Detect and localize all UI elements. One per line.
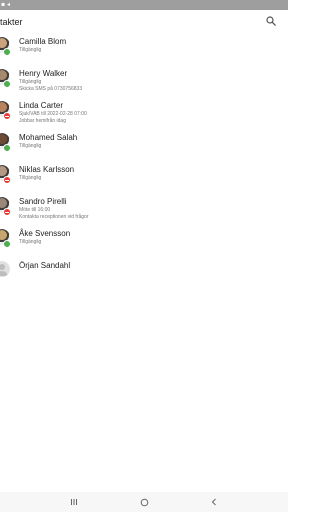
contact-row[interactable]: Sandro Pirelli Möte till 16:00 Kontakta re… <box>0 194 288 226</box>
contact-note-text: Skicka SMS på 0730756833 <box>19 86 83 92</box>
person-icon <box>0 264 8 276</box>
recents-icon <box>71 499 77 505</box>
available-status-icon <box>3 240 11 248</box>
contact-name: Mohamed Salah <box>19 133 78 142</box>
contact-row[interactable]: Camilla Blom Tillgänglig <box>0 34 288 66</box>
contact-row[interactable]: Åke Svensson Tillgänglig <box>0 226 288 258</box>
contact-status-text: Tillgänglig <box>19 239 42 245</box>
back-icon <box>211 498 216 506</box>
contact-row[interactable]: Henry Walker Tillgänglig Skicka SMS på 073… <box>0 66 288 98</box>
contact-status-text: Tillgänglig <box>19 143 42 149</box>
navigation-bar <box>0 492 288 512</box>
busy-status-icon <box>3 176 11 184</box>
available-status-icon <box>3 144 11 152</box>
recents-button[interactable] <box>66 496 82 508</box>
contact-status-text: Tillgänglig <box>19 175 42 181</box>
avatar-image <box>0 261 10 277</box>
contact-name: Linda Carter <box>19 101 64 110</box>
contact-name: Åke Svensson <box>19 229 71 238</box>
contact-note-text: Kontakta receptionen vid frågor <box>19 214 89 220</box>
home-button[interactable] <box>136 496 152 508</box>
busy-status-icon <box>3 112 11 120</box>
search-icon <box>266 16 276 26</box>
status-bar: ▪ ◂ <box>0 0 288 10</box>
avatar <box>0 261 10 277</box>
contact-status-text: Tillgänglig <box>19 79 42 85</box>
contact-row[interactable]: Niklas Karlsson Tillgänglig <box>0 162 288 194</box>
contact-name: Henry Walker <box>19 69 68 78</box>
contact-name: Camilla Blom <box>19 37 67 46</box>
contact-name: Örjan Sandahl <box>19 261 71 270</box>
contact-row[interactable]: Linda Carter Sjuk/VAB till 2022-02-28 07:… <box>0 98 288 130</box>
page-title: ntakter <box>0 17 23 27</box>
contact-name: Sandro Pirelli <box>19 197 67 206</box>
contact-note-text: Jobbar hemifrån idag <box>19 118 66 124</box>
contact-row[interactable]: Mohamed Salah Tillgänglig <box>0 130 288 162</box>
contact-status-text: Sjuk/VAB till 2022-02-28 07:00 <box>19 111 87 117</box>
back-button[interactable] <box>206 496 222 508</box>
contact-name: Niklas Karlsson <box>19 165 75 174</box>
busy-status-icon <box>3 208 11 216</box>
home-icon <box>140 498 148 506</box>
app-bar: ntakter <box>0 10 288 34</box>
available-status-icon <box>3 48 11 56</box>
status-icons: ▪ ◂ <box>1 1 10 8</box>
contact-row[interactable]: Örjan Sandahl <box>0 258 288 290</box>
contact-status-text: Möte till 16:00 <box>19 207 51 213</box>
available-status-icon <box>3 80 11 88</box>
contact-status-text: Tillgänglig <box>19 47 42 53</box>
search-button[interactable] <box>262 14 280 30</box>
